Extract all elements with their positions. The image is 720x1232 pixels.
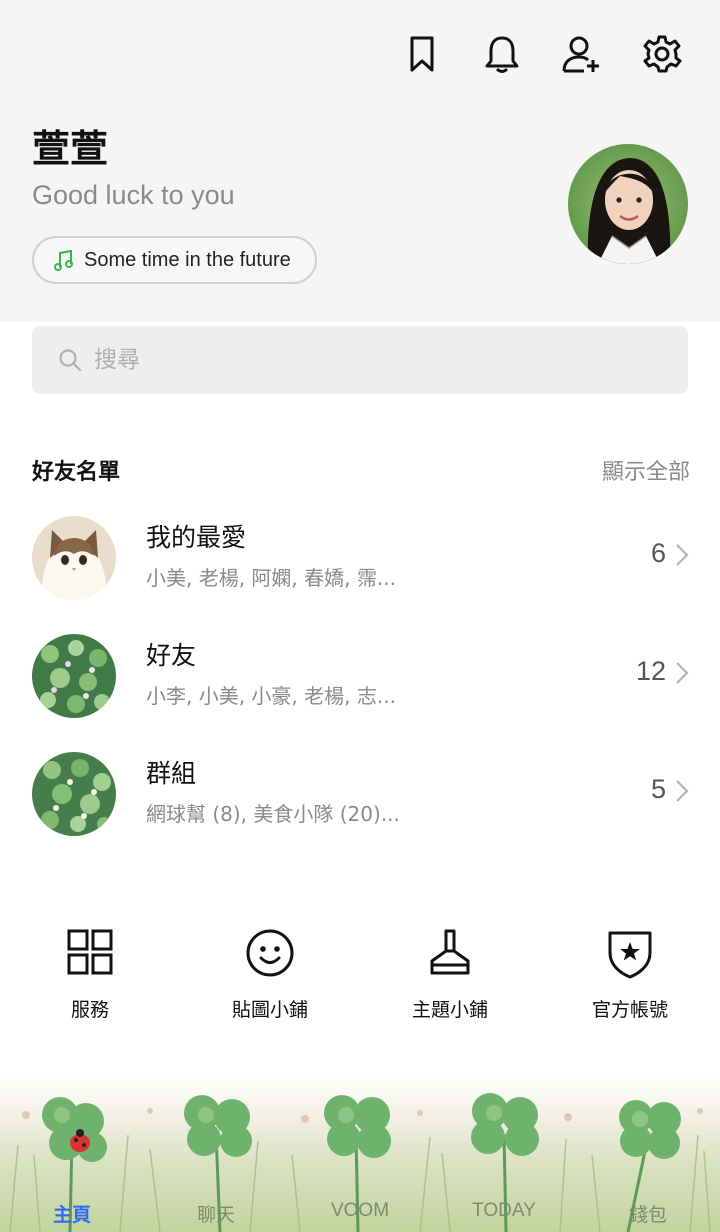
- gear-icon[interactable]: [640, 30, 684, 78]
- search-bar[interactable]: [32, 326, 688, 394]
- bell-icon[interactable]: [480, 30, 524, 78]
- brush-icon: [430, 929, 470, 975]
- friends-section-title: 好友名單: [32, 460, 121, 485]
- services-bar: 服務 貼圖小鋪 主題小鋪 官方帳號: [0, 925, 720, 1022]
- service-label: 主題小鋪: [411, 999, 488, 1021]
- service-button-services[interactable]: 服務: [0, 925, 180, 1022]
- shield-star-icon: [608, 931, 652, 979]
- tab-voom[interactable]: VOOM: [288, 1200, 432, 1232]
- favorites-thumbnail: [32, 516, 116, 600]
- tab-wallet[interactable]: 錢包: [576, 1200, 720, 1232]
- profile-music-label: Some time in the future: [84, 248, 291, 271]
- service-button-official-accounts[interactable]: 官方帳號: [540, 925, 720, 1022]
- friend-group-groups[interactable]: 群組 網球幫 (8), 美食小隊 (20)... 5: [0, 744, 720, 844]
- grid-icon: [67, 929, 113, 975]
- service-label: 貼圖小鋪: [231, 999, 308, 1021]
- service-label: 服務: [70, 999, 109, 1021]
- list-item-count: 12: [635, 656, 666, 686]
- tab-today[interactable]: TODAY: [432, 1200, 576, 1232]
- bookmark-icon[interactable]: [400, 30, 444, 78]
- tab-home[interactable]: 主頁: [0, 1200, 144, 1232]
- smiley-icon: [246, 929, 294, 977]
- list-item-title: 群組: [146, 759, 197, 788]
- profile-status[interactable]: Good luck to you: [32, 180, 235, 211]
- list-item-title: 我的最愛: [146, 523, 247, 552]
- add-friend-icon[interactable]: [560, 30, 604, 78]
- list-item-members: 網球幫 (8), 美食小隊 (20)...: [146, 802, 400, 826]
- friend-group-favorites[interactable]: 我的最愛 小美, 老楊, 阿嫻, 春嬌, 霈... 6: [0, 508, 720, 608]
- friend-group-friends[interactable]: 好友 小李, 小美, 小豪, 老楊, 志... 12: [0, 626, 720, 726]
- profile-name[interactable]: 萱萱: [32, 118, 108, 173]
- chevron-right-icon: [676, 544, 689, 566]
- profile-music-button[interactable]: Some time in the future: [32, 236, 317, 284]
- top-toolbar: [400, 30, 684, 78]
- profile-header: 萱萱 Good luck to you Some time in the fut…: [0, 0, 720, 322]
- search-icon: [59, 349, 82, 372]
- service-label: 官方帳號: [591, 999, 668, 1021]
- search-input[interactable]: [94, 347, 594, 373]
- avatar[interactable]: [568, 144, 688, 264]
- list-item-count: 5: [650, 774, 666, 804]
- show-all-link[interactable]: 顯示全部: [602, 454, 690, 486]
- chevron-right-icon: [676, 662, 689, 684]
- service-button-themes[interactable]: 主題小鋪: [360, 925, 540, 1022]
- list-item-members: 小美, 老楊, 阿嫻, 春嬌, 霈...: [146, 566, 396, 590]
- groups-thumbnail: [32, 752, 116, 836]
- tab-chats[interactable]: 聊天: [144, 1200, 288, 1232]
- list-item-members: 小李, 小美, 小豪, 老楊, 志...: [146, 684, 396, 708]
- service-button-stickers[interactable]: 貼圖小鋪: [180, 925, 360, 1022]
- chevron-right-icon: [676, 780, 689, 802]
- music-note-icon: [54, 249, 73, 271]
- bottom-tab-bar: 主頁 聊天 VOOM TODAY 錢包: [0, 1200, 720, 1232]
- list-item-count: 6: [650, 538, 666, 568]
- friends-thumbnail: [32, 634, 116, 718]
- list-item-title: 好友: [146, 641, 197, 670]
